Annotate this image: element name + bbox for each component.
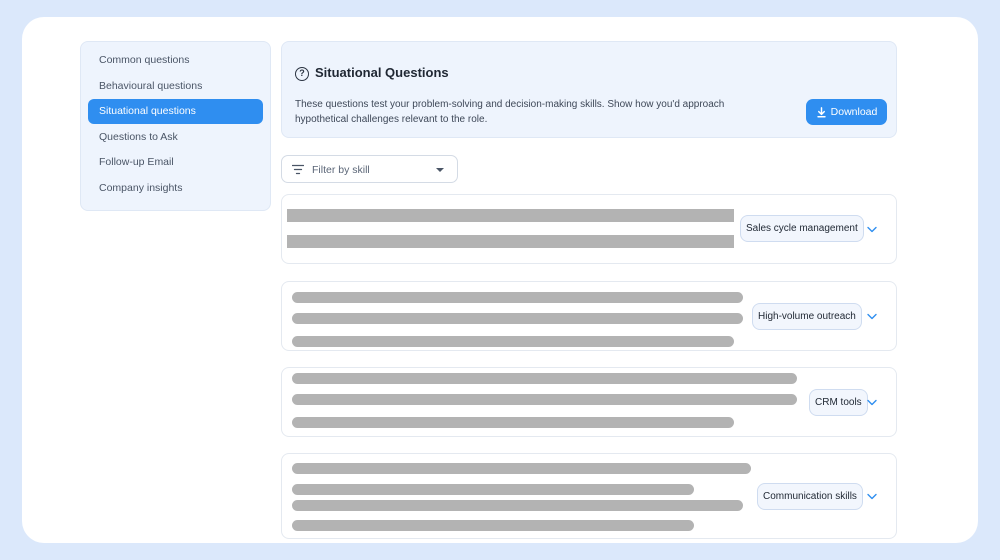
sidebar-item-common-questions[interactable]: Common questions [88,48,263,73]
redacted-text [292,520,694,531]
section-description: These questions test your problem-solvin… [295,99,725,125]
skill-tag: Sales cycle management [740,215,864,242]
caret-down-icon [436,168,444,172]
page-title: Situational Questions [315,65,449,80]
sidebar: Common questions Behavioural questions S… [80,41,271,211]
redacted-text [292,417,734,428]
download-button[interactable]: Download [806,99,887,125]
question-card[interactable]: High-volume outreach [281,281,897,351]
question-card[interactable]: CRM tools [281,367,897,437]
filter-placeholder: Filter by skill [312,164,370,176]
sidebar-item-follow-up-email[interactable]: Follow-up Email [88,150,263,175]
redacted-text [292,336,734,347]
redacted-text [292,373,797,384]
download-icon [817,106,826,117]
sidebar-item-situational-questions[interactable]: Situational questions [88,99,263,124]
chevron-down-icon[interactable] [867,399,877,406]
redacted-text [287,235,734,248]
chevron-down-icon[interactable] [867,313,877,320]
chevron-down-icon[interactable] [867,226,877,233]
skill-tag: CRM tools [809,389,868,416]
filter-icon [292,164,304,175]
question-card[interactable]: Communication skills [281,453,897,539]
question-circle-icon: ? [295,67,309,81]
app-frame: Common questions Behavioural questions S… [22,17,978,543]
redacted-text [292,292,743,303]
redacted-text [287,209,734,222]
redacted-text [292,484,694,495]
redacted-text [292,500,743,511]
chevron-down-icon[interactable] [867,493,877,500]
question-card[interactable]: Sales cycle management [281,194,897,264]
redacted-text [292,463,751,474]
sidebar-item-questions-to-ask[interactable]: Questions to Ask [88,125,263,150]
skill-tag: Communication skills [757,483,863,510]
section-header-card: ? Situational Questions These questions … [281,41,897,138]
download-label: Download [830,106,878,118]
redacted-text [292,394,797,405]
skill-filter-select[interactable]: Filter by skill [281,155,458,183]
sidebar-item-company-insights[interactable]: Company insights [88,176,263,201]
skill-tag: High-volume outreach [752,303,862,330]
sidebar-item-behavioural-questions[interactable]: Behavioural questions [88,74,263,99]
redacted-text [292,313,743,324]
